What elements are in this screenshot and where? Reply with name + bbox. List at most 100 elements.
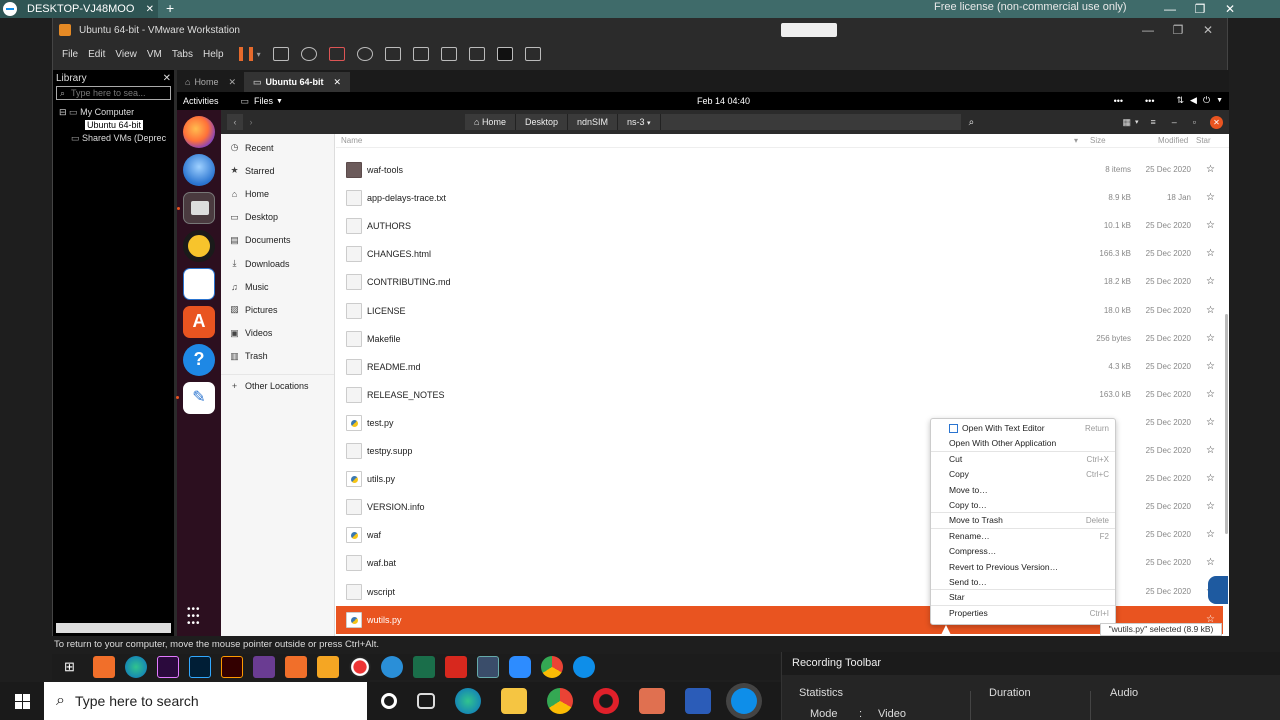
stretch-guest-icon[interactable] xyxy=(524,47,541,61)
help-icon[interactable]: ? xyxy=(183,344,215,376)
menu-help[interactable]: Help xyxy=(203,49,224,60)
chrome-taskbar-icon[interactable] xyxy=(547,688,573,714)
menu-edit[interactable]: Edit xyxy=(88,49,105,60)
tab-close-icon[interactable]: ✕ xyxy=(334,77,342,88)
edge-icon[interactable] xyxy=(125,656,147,678)
chrome-icon[interactable] xyxy=(541,656,563,678)
star-toggle-icon[interactable]: ☆ xyxy=(1206,156,1215,184)
context-menu-item-move-to[interactable]: Move to… xyxy=(931,483,1115,498)
vm-restore-icon[interactable]: ❐ xyxy=(1163,23,1193,37)
premiere-icon[interactable] xyxy=(157,656,179,678)
star-toggle-icon[interactable]: ☆ xyxy=(1206,381,1215,409)
file-row[interactable]: AUTHORS 10.1 kB 25 Dec 2020 ☆ xyxy=(336,212,1223,240)
firefox-icon[interactable] xyxy=(183,116,215,148)
word-icon[interactable] xyxy=(685,688,711,714)
menu-vm[interactable]: VM xyxy=(147,49,162,60)
close-tab-icon[interactable]: ✕ xyxy=(146,4,154,15)
vm-close-icon[interactable]: ✕ xyxy=(1193,23,1223,37)
console-view-icon[interactable] xyxy=(496,47,513,61)
context-menu-item-copy-to[interactable]: Copy to… xyxy=(931,498,1115,514)
windows-start-icon[interactable] xyxy=(0,682,44,720)
tab-ubuntu[interactable]: ▭ Ubuntu 64-bit ✕ xyxy=(245,72,351,92)
text-editor-icon[interactable]: ✎ xyxy=(176,382,215,414)
files-app-menu[interactable]: Files xyxy=(254,96,273,106)
more-icon-2[interactable]: ••• xyxy=(1145,96,1154,106)
library-search-input[interactable]: ⌕ Type here to sea... xyxy=(56,86,171,100)
file-explorer-icon[interactable] xyxy=(501,688,527,714)
sidebar-item-downloads[interactable]: ⤓ Downloads xyxy=(221,252,334,275)
file-row[interactable]: waf-tools 8 items 25 Dec 2020 ☆ xyxy=(336,156,1223,184)
view-options-chevron-icon[interactable]: ▾ xyxy=(1135,118,1139,126)
app-icon-1[interactable] xyxy=(93,656,115,678)
libreoffice-writer-icon[interactable] xyxy=(183,268,215,300)
new-tab-icon[interactable]: + xyxy=(166,0,174,16)
send-ctrl-alt-del-icon[interactable] xyxy=(272,47,289,61)
star-toggle-icon[interactable]: ☆ xyxy=(1206,240,1215,268)
thunderbird-icon[interactable] xyxy=(183,154,215,186)
back-icon[interactable]: ‹ xyxy=(227,114,243,130)
view-toggle-icon[interactable]: ▦ xyxy=(1122,117,1131,128)
hamburger-menu-icon[interactable]: ≡ xyxy=(1151,117,1156,127)
file-row[interactable]: LICENSE 18.0 kB 25 Dec 2020 ☆ xyxy=(336,297,1223,325)
power-icon[interactable]: ⏻ xyxy=(1203,95,1210,106)
tab-home[interactable]: ⌂ Home ✕ xyxy=(177,72,245,92)
column-size[interactable]: Size xyxy=(1090,136,1106,145)
star-toggle-icon[interactable]: ☆ xyxy=(1206,521,1215,549)
task-view-icon[interactable] xyxy=(417,693,435,709)
revert-snapshot-icon[interactable] xyxy=(328,47,345,61)
network-icon[interactable]: ⇅ xyxy=(1176,95,1184,106)
file-row[interactable]: CHANGES.html 166.3 kB 25 Dec 2020 ☆ xyxy=(336,240,1223,268)
tree-item-shared-vms[interactable]: ▭ Shared VMs (Deprec xyxy=(59,132,174,145)
pause-icon[interactable] xyxy=(238,47,253,61)
sidebar-item-starred[interactable]: ★ Starred xyxy=(221,159,334,182)
sidebar-item-other-locations[interactable]: + Other Locations xyxy=(221,373,334,397)
minimize-icon[interactable]: — xyxy=(1155,2,1185,16)
vm-minimize-icon[interactable]: — xyxy=(1133,23,1163,37)
powerpoint-icon[interactable] xyxy=(639,688,665,714)
sidebar-item-documents[interactable]: ▤ Documents xyxy=(221,229,334,252)
clock[interactable]: Feb 14 04:40 xyxy=(697,96,750,106)
software-center-icon[interactable]: A xyxy=(183,306,215,338)
remote-start-icon[interactable]: ⊞ xyxy=(64,659,80,675)
menu-view[interactable]: View xyxy=(115,49,137,60)
rhythmbox-icon[interactable] xyxy=(183,230,215,262)
teamviewer-session-tab[interactable]: DESKTOP-VJ48MOO ✕ xyxy=(0,0,158,18)
edge-taskbar-icon[interactable] xyxy=(455,688,481,714)
volume-icon[interactable]: ◀ xyxy=(1190,95,1197,106)
breadcrumb-desktop[interactable]: Desktop xyxy=(515,114,568,130)
restore-icon[interactable]: ❐ xyxy=(1185,2,1215,16)
thumbnail-view-icon[interactable] xyxy=(412,47,429,61)
window-close-icon[interactable]: ✕ xyxy=(1210,115,1223,129)
star-toggle-icon[interactable]: ☆ xyxy=(1206,297,1215,325)
tab-close-icon[interactable]: ✕ xyxy=(228,77,236,88)
menu-file[interactable]: File xyxy=(62,49,78,60)
context-menu-item-copy[interactable]: Copy Ctrl+C xyxy=(931,467,1115,482)
forward-icon[interactable]: › xyxy=(243,114,259,130)
vmware-taskbar-icon[interactable] xyxy=(477,656,499,678)
breadcrumb-home[interactable]: ⌂ Home xyxy=(465,114,516,130)
record-icon[interactable] xyxy=(349,656,371,678)
star-toggle-icon[interactable]: ☆ xyxy=(1206,212,1215,240)
teamviewer-taskbar-icon[interactable] xyxy=(573,656,595,678)
context-menu-item-rename[interactable]: Rename… F2 xyxy=(931,529,1115,544)
star-toggle-icon[interactable]: ☆ xyxy=(1206,268,1215,296)
context-menu-item-open-with-other-application[interactable]: Open With Other Application xyxy=(931,436,1115,452)
tree-item-ubuntu[interactable]: Ubuntu 64-bit xyxy=(59,119,174,132)
star-toggle-icon[interactable]: ☆ xyxy=(1206,325,1215,353)
show-apps-icon[interactable]: ••• ••• ••• xyxy=(187,605,209,629)
sidebar-item-recent[interactable]: ◷ Recent xyxy=(221,136,334,159)
file-row[interactable]: RELEASE_NOTES 163.0 kB 25 Dec 2020 ☆ xyxy=(336,381,1223,409)
opera-icon[interactable] xyxy=(593,688,619,714)
file-row[interactable]: CONTRIBUTING.md 18.2 kB 25 Dec 2020 ☆ xyxy=(336,268,1223,296)
photoshop-icon[interactable] xyxy=(189,656,211,678)
more-icon[interactable]: ••• xyxy=(1114,96,1123,106)
file-row[interactable]: Makefile 256 bytes 25 Dec 2020 ☆ xyxy=(336,325,1223,353)
context-menu-item-send-to[interactable]: Send to… xyxy=(931,575,1115,591)
teamviewer-side-panel-icon[interactable] xyxy=(1208,576,1228,604)
sublime-icon[interactable] xyxy=(317,656,339,678)
snapshot-manager-icon[interactable] xyxy=(356,47,373,61)
activities-button[interactable]: Activities xyxy=(183,96,219,106)
windows-search-box[interactable]: ⌕ Type here to search xyxy=(44,682,367,720)
scrollbar[interactable] xyxy=(1225,314,1228,534)
illustrator-icon[interactable] xyxy=(221,656,243,678)
